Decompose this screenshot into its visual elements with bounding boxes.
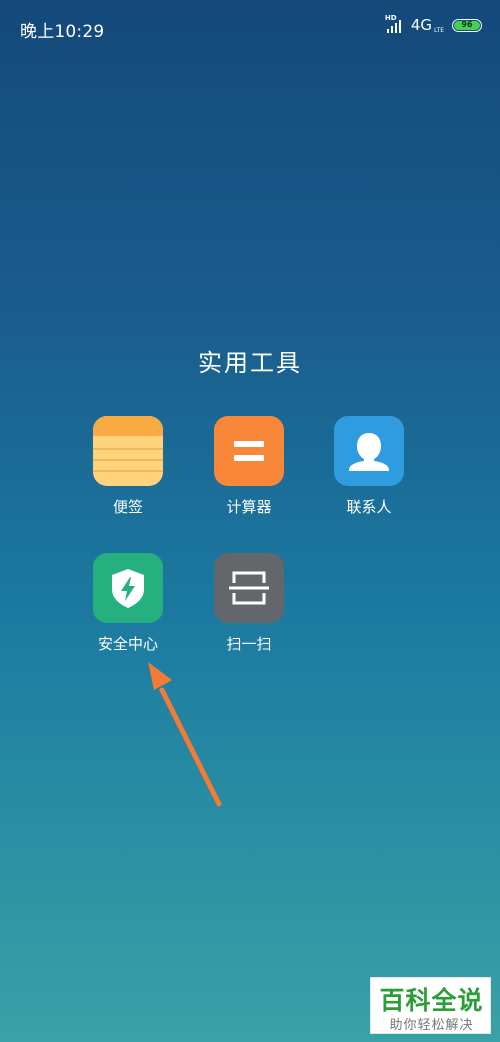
- watermark: 百科全说 助你轻松解决: [370, 977, 491, 1034]
- app-label-scan: 扫一扫: [226, 635, 272, 653]
- folder-title: 实用工具: [198, 349, 302, 377]
- notes-icon[interactable]: [93, 416, 163, 486]
- signal-strength-icon: HD: [385, 14, 407, 34]
- status-indicators: HD 4G LTE 96: [385, 14, 482, 34]
- battery-level: 96: [454, 20, 480, 30]
- app-label-security-center: 安全中心: [97, 635, 158, 653]
- calculator-icon[interactable]: [214, 416, 284, 486]
- app-contacts[interactable]: 联系人: [319, 416, 419, 517]
- security-shield-icon[interactable]: [93, 553, 163, 623]
- network-type: 4G: [410, 16, 433, 34]
- app-label-contacts: 联系人: [346, 498, 392, 516]
- watermark-subtitle: 助你轻松解决: [389, 1018, 474, 1033]
- app-notes[interactable]: 便签: [78, 416, 178, 517]
- app-label-notes: 便签: [112, 498, 143, 516]
- status-bar: 晚上10:29 HD 4G LTE 96: [0, 0, 500, 56]
- app-label-calculator: 计算器: [226, 498, 272, 516]
- app-scan[interactable]: 扫一扫: [199, 553, 299, 654]
- battery-icon: 96: [452, 18, 482, 32]
- contacts-icon[interactable]: [334, 416, 404, 486]
- network-sub-label: LTE: [434, 26, 444, 34]
- watermark-title: 百科全说: [379, 986, 484, 1015]
- app-calculator[interactable]: 计算器: [199, 416, 299, 517]
- status-time: 晚上10:29: [20, 22, 105, 42]
- app-security-center[interactable]: 安全中心: [78, 553, 178, 654]
- scan-icon[interactable]: [214, 553, 284, 623]
- annotation-arrow: [148, 662, 222, 807]
